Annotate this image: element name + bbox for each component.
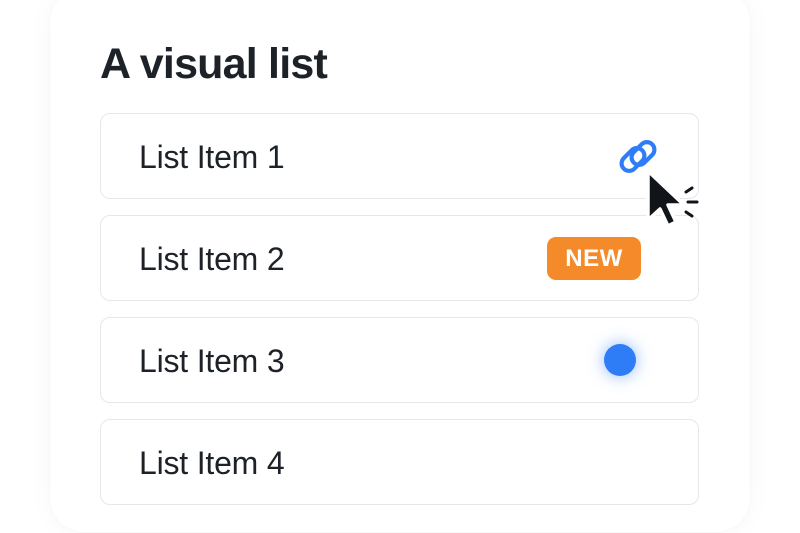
list-item-3[interactable]: List Item 3 <box>100 317 699 403</box>
visual-list: List Item 1 List Item 2 NEW List Item 3 … <box>100 113 699 521</box>
list-item-label: List Item 3 <box>139 343 285 379</box>
status-dot <box>604 344 636 376</box>
list-item-label: List Item 1 <box>139 139 285 175</box>
new-badge: NEW <box>547 237 641 280</box>
link-icon[interactable] <box>616 135 660 179</box>
list-item-4[interactable]: List Item 4 <box>100 419 699 505</box>
list-item-label: List Item 2 <box>139 241 285 277</box>
list-item-1[interactable]: List Item 1 <box>100 113 699 199</box>
list-item-2[interactable]: List Item 2 NEW <box>100 215 699 301</box>
page-title: A visual list <box>100 40 328 88</box>
list-item-label: List Item 4 <box>139 445 285 481</box>
